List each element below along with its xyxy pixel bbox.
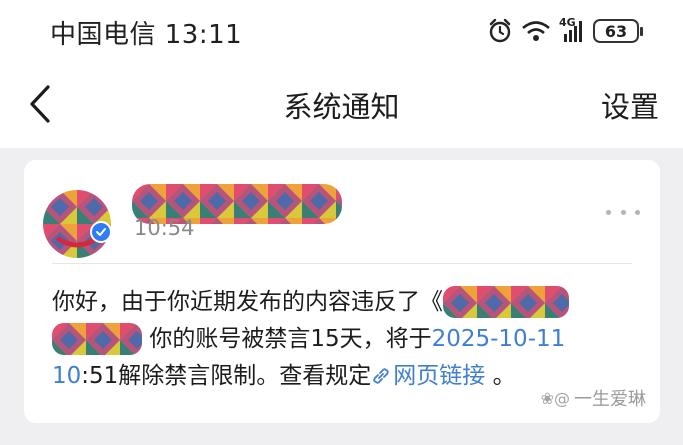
notification-card: 10:54 你好，由于你近期发布的内容违反了《 你的账号被禁言15天，将于202… — [24, 160, 660, 423]
link-icon — [373, 368, 389, 384]
message-time: 10:54 — [134, 216, 195, 240]
top-bar: 中国电信 13:11 4G 63 系统通知 设置 — [0, 0, 683, 148]
message-end: 。 — [485, 363, 516, 389]
web-link[interactable]: 网页链接 — [371, 363, 485, 389]
signal-icon: 4G — [559, 16, 585, 44]
page-title: 系统通知 — [283, 90, 400, 124]
battery-icon: 63 — [593, 19, 643, 43]
divider — [52, 263, 632, 264]
redacted-title-cont — [52, 323, 142, 355]
unban-date: 2025-10-11 — [431, 326, 566, 352]
wifi-icon — [522, 21, 550, 41]
settings-button[interactable]: 设置 — [601, 84, 659, 126]
watermark-logo: ❀@ — [540, 388, 570, 408]
back-button[interactable] — [22, 82, 58, 126]
web-link-label: 网页链接 — [393, 363, 486, 389]
message-body: 你好，由于你近期发布的内容违反了《 你的账号被禁言15天，将于2025-10-1… — [52, 284, 652, 395]
status-icons: 4G 63 — [487, 16, 643, 46]
unban-hour: 10 — [52, 363, 82, 389]
message-part2: 你的账号被禁言15天，将于 — [149, 326, 432, 352]
watermark-text: 一生爱琳 — [574, 389, 646, 410]
verified-badge-icon — [90, 221, 112, 243]
battery-level: 63 — [604, 21, 628, 41]
chevron-left-icon — [30, 85, 50, 123]
watermark: ❀@ 一生爱琳 — [541, 385, 646, 411]
more-dots-icon[interactable] — [606, 202, 640, 222]
message-intro: 你好，由于你近期发布的内容违反了《 — [52, 289, 443, 315]
carrier-clock: 中国电信 13:11 — [50, 20, 243, 50]
message-part3: :51解除禁言限制。查看规定 — [81, 363, 372, 389]
alarm-icon — [489, 18, 511, 43]
redacted-title — [443, 286, 569, 318]
